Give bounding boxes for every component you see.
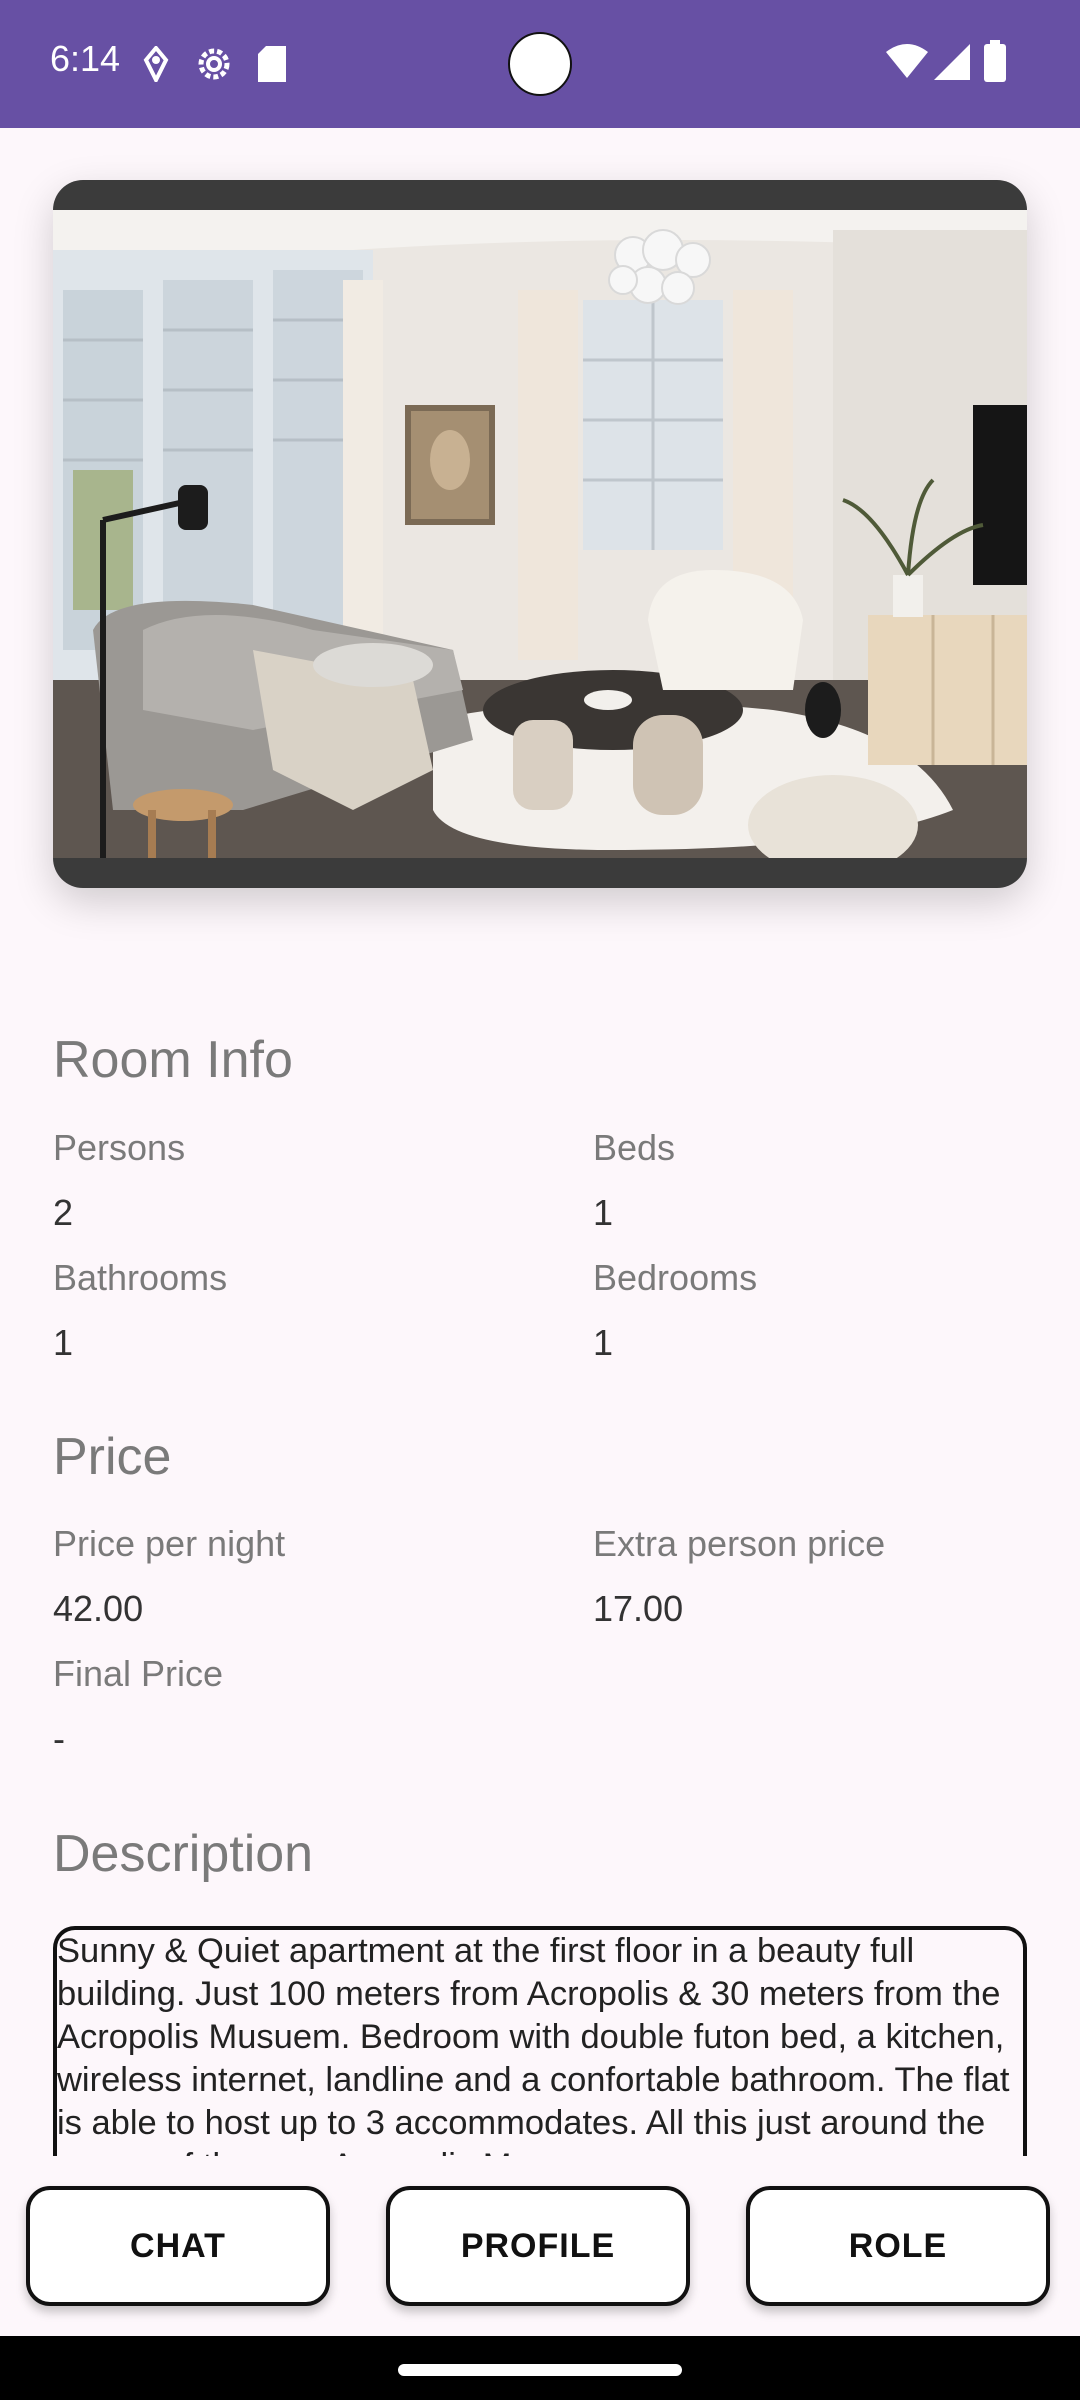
cellular-signal-icon (934, 44, 970, 80)
bedrooms-label: Bedrooms (593, 1257, 758, 1298)
chat-button[interactable]: CHAT (26, 2186, 330, 2306)
beds-label: Beds (593, 1127, 676, 1168)
wifi-icon (886, 44, 928, 78)
status-time: 6:14 (50, 38, 121, 79)
persons-label: Persons (53, 1127, 186, 1168)
camera-cutout (508, 32, 572, 96)
bedrooms-value: 1 (593, 1322, 614, 1363)
description-title: Description (53, 1825, 314, 1883)
role-button[interactable]: ROLE (746, 2186, 1050, 2306)
description-text: Sunny & Quiet apartment at the first flo… (57, 1932, 1010, 2156)
settings-icon (198, 48, 230, 80)
price-per-night-value: 42.00 (53, 1588, 144, 1629)
price-per-night-label: Price per night (53, 1523, 286, 1564)
persons-value: 2 (53, 1192, 74, 1233)
extra-person-price-label: Extra person price (593, 1523, 886, 1564)
bathrooms-value: 1 (53, 1322, 74, 1363)
profile-button[interactable]: PROFILE (386, 2186, 690, 2306)
price-title: Price (53, 1428, 172, 1486)
battery-icon (984, 40, 1006, 82)
description-box[interactable]: Sunny & Quiet apartment at the first flo… (53, 1926, 1027, 2156)
extra-person-price-value: 17.00 (593, 1588, 684, 1629)
beds-value: 1 (593, 1192, 614, 1233)
room-info-title: Room Info (53, 1031, 293, 1089)
final-price-value: - (53, 1718, 65, 1759)
sd-card-icon (258, 46, 286, 82)
status-bar: 6:14 (0, 0, 1080, 128)
room-image-card[interactable] (53, 180, 1027, 888)
room-photo (53, 210, 1027, 858)
final-price-label: Final Price (53, 1653, 224, 1694)
bathrooms-label: Bathrooms (53, 1257, 228, 1298)
location-icon (143, 46, 169, 82)
home-handle[interactable] (398, 2364, 682, 2376)
